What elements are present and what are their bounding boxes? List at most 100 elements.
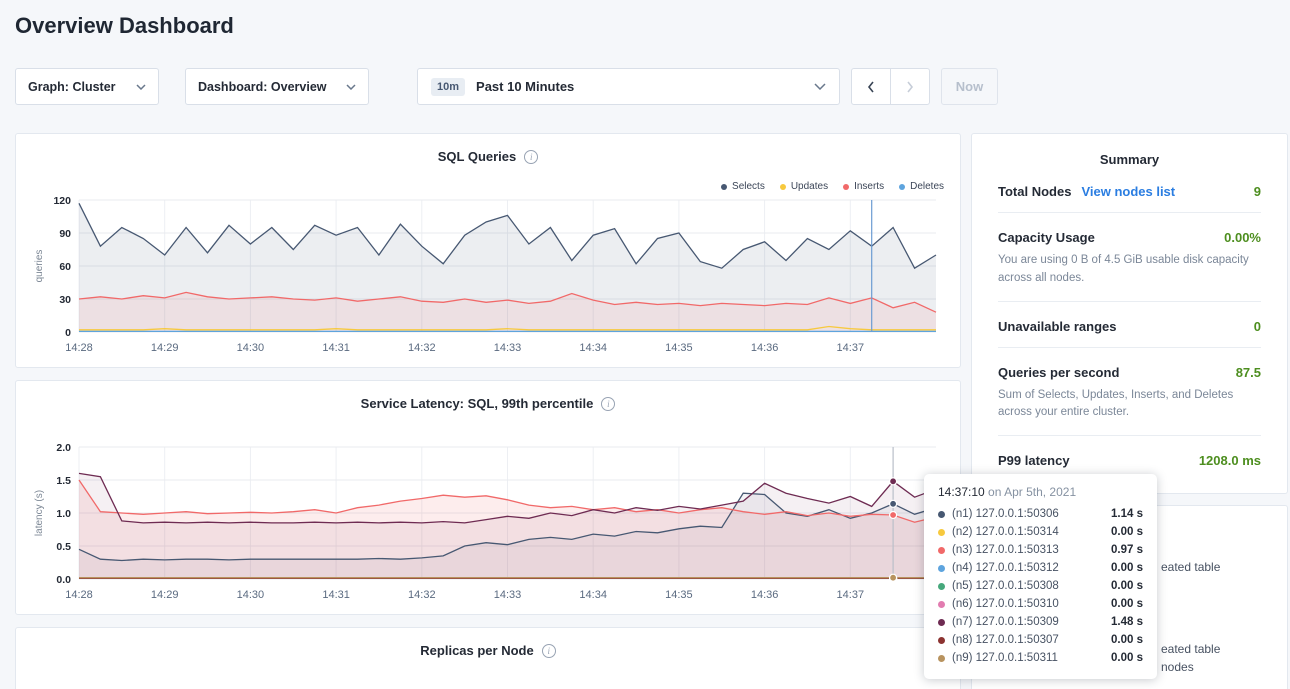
tooltip-node-value: 0.97 s <box>1111 544 1143 556</box>
svg-text:30: 30 <box>59 294 71 306</box>
tooltip-node-label: (n6) 127.0.0.1:50310 <box>952 598 1059 610</box>
chart-title: SQL Queries <box>438 149 517 164</box>
svg-text:60: 60 <box>59 261 71 273</box>
tooltip-node-value: 0.00 s <box>1111 526 1143 538</box>
svg-text:14:37: 14:37 <box>837 589 865 601</box>
sql-queries-panel: SQL Queries i SelectsUpdatesInsertsDelet… <box>15 133 961 368</box>
svg-text:14:33: 14:33 <box>494 342 522 354</box>
svg-text:14:37: 14:37 <box>837 342 865 354</box>
chevron-down-icon <box>346 84 356 90</box>
chart-title: Replicas per Node <box>420 643 533 658</box>
svg-text:14:29: 14:29 <box>151 342 179 354</box>
svg-text:14:30: 14:30 <box>237 342 265 354</box>
svg-text:14:32: 14:32 <box>408 342 436 354</box>
node-color-dot-icon <box>938 511 945 518</box>
event-item[interactable]: eated table <box>1161 642 1220 656</box>
service-latency-chart[interactable]: 14:28 14:29 14:30 14:31 14:32 14:33 14:34 14:35… <box>16 437 962 609</box>
p99-latency-label: P99 latency <box>998 453 1070 468</box>
node-color-dot-icon <box>938 583 945 590</box>
graph-dropdown[interactable]: Graph: Cluster <box>15 68 159 105</box>
replicas-per-node-panel: Replicas per Node i <box>15 627 961 689</box>
svg-text:14:35: 14:35 <box>665 342 693 354</box>
tooltip-node-row: (n8) 127.0.0.1:503070.00 s <box>938 631 1143 649</box>
svg-text:14:34: 14:34 <box>579 342 607 354</box>
tooltip-date: on Apr 5th, 2021 <box>985 485 1076 499</box>
time-range-dropdown[interactable]: 10m Past 10 Minutes <box>417 68 840 105</box>
tooltip-node-label: (n7) 127.0.0.1:50309 <box>952 616 1059 628</box>
legend-dot-icon <box>899 184 905 190</box>
capacity-usage-description: You are using 0 B of 4.5 GiB usable disk… <box>998 252 1261 288</box>
svg-text:14:28: 14:28 <box>65 589 93 601</box>
chart-tooltip: 14:37:10 on Apr 5th, 2021 (n1) 127.0.0.1… <box>924 474 1157 679</box>
tooltip-time: 14:37:10 <box>938 485 985 499</box>
tooltip-node-value: 0.00 s <box>1111 652 1143 664</box>
tooltip-header: 14:37:10 on Apr 5th, 2021 <box>938 485 1143 499</box>
now-button[interactable]: Now <box>941 68 998 105</box>
node-color-dot-icon <box>938 655 945 662</box>
svg-text:120: 120 <box>53 195 71 207</box>
svg-text:14:35: 14:35 <box>665 589 693 601</box>
svg-text:0.0: 0.0 <box>56 574 71 586</box>
info-icon[interactable]: i <box>542 644 556 658</box>
svg-text:14:32: 14:32 <box>408 589 436 601</box>
svg-text:0: 0 <box>65 327 71 339</box>
svg-text:1.5: 1.5 <box>56 475 71 487</box>
time-next-button[interactable] <box>890 68 930 105</box>
svg-text:90: 90 <box>59 228 71 240</box>
tooltip-node-value: 0.00 s <box>1111 580 1143 592</box>
tooltip-node-value: 0.00 s <box>1111 634 1143 646</box>
graph-dropdown-label: Graph: Cluster <box>28 80 116 94</box>
unavailable-ranges-row: Unavailable ranges 0 <box>998 302 1261 348</box>
svg-text:14:36: 14:36 <box>751 342 779 354</box>
svg-text:14:33: 14:33 <box>494 589 522 601</box>
tooltip-node-row: (n6) 127.0.0.1:50310 0.00 s <box>938 595 1143 613</box>
event-item[interactable]: nodes <box>1161 660 1194 674</box>
svg-text:14:29: 14:29 <box>151 589 179 601</box>
legend-dot-icon <box>843 184 849 190</box>
tooltip-node-row: (n1) 127.0.0.1:503061.14 s <box>938 505 1143 523</box>
svg-text:14:28: 14:28 <box>65 342 93 354</box>
queries-per-second-row: Queries per second 87.5 Sum of Selects, … <box>998 348 1261 437</box>
sql-queries-chart[interactable]: 14:2814:2914:3014:3114:3214:3314:3414:35… <box>16 190 962 362</box>
time-shift-buttons <box>851 68 930 105</box>
dashboard-dropdown[interactable]: Dashboard: Overview <box>185 68 369 105</box>
tooltip-node-label: (n4) 127.0.0.1:50312 <box>952 562 1059 574</box>
capacity-usage-row: Capacity Usage 0.00% You are using 0 B o… <box>998 213 1261 302</box>
time-range-badge: 10m <box>431 78 465 96</box>
event-item[interactable]: eated table <box>1161 560 1220 574</box>
replicas-header: Replicas per Node i <box>16 628 960 658</box>
svg-text:14:31: 14:31 <box>322 589 350 601</box>
info-icon[interactable]: i <box>524 150 538 164</box>
tooltip-node-label: (n5) 127.0.0.1:50308 <box>952 580 1059 592</box>
info-icon[interactable]: i <box>601 397 615 411</box>
tooltip-node-row: (n9) 127.0.0.1:503110.00 s <box>938 649 1143 667</box>
chart-title: Service Latency: SQL, 99th percentile <box>361 396 594 411</box>
time-prev-button[interactable] <box>851 68 891 105</box>
tooltip-node-row: (n2) 127.0.0.1:503140.00 s <box>938 523 1143 541</box>
tooltip-node-value: 1.48 s <box>1111 616 1143 628</box>
queries-per-second-value: 87.5 <box>1236 365 1261 380</box>
unavailable-ranges-label: Unavailable ranges <box>998 319 1117 334</box>
page-title: Overview Dashboard <box>15 13 234 39</box>
capacity-usage-label: Capacity Usage <box>998 230 1095 245</box>
summary-title: Summary <box>998 134 1261 167</box>
tooltip-node-row: (n5) 127.0.0.1:50308 0.00 s <box>938 577 1143 595</box>
chevron-left-icon <box>867 81 875 93</box>
tooltip-node-row: (n7) 127.0.0.1:50309 1.48 s <box>938 613 1143 631</box>
node-color-dot-icon <box>938 637 945 644</box>
queries-per-second-label: Queries per second <box>998 365 1119 380</box>
sql-queries-header: SQL Queries i <box>16 134 960 164</box>
chevron-down-icon <box>136 84 146 90</box>
svg-text:14:34: 14:34 <box>579 589 607 601</box>
queries-per-second-description: Sum of Selects, Updates, Inserts, and De… <box>998 387 1261 423</box>
tooltip-node-label: (n3) 127.0.0.1:50313 <box>952 544 1059 556</box>
view-nodes-link[interactable]: View nodes list <box>1081 184 1175 199</box>
total-nodes-row: Total Nodes View nodes list 9 <box>998 167 1261 213</box>
tooltip-node-value: 0.00 s <box>1111 598 1143 610</box>
service-latency-header: Service Latency: SQL, 99th percentile i <box>16 381 960 411</box>
total-nodes-value: 9 <box>1254 184 1261 199</box>
tooltip-node-row: (n3) 127.0.0.1:50313 0.97 s <box>938 541 1143 559</box>
tooltip-node-value: 1.14 s <box>1111 508 1143 520</box>
svg-text:latency (s): latency (s) <box>34 490 45 536</box>
svg-text:14:30: 14:30 <box>237 589 265 601</box>
